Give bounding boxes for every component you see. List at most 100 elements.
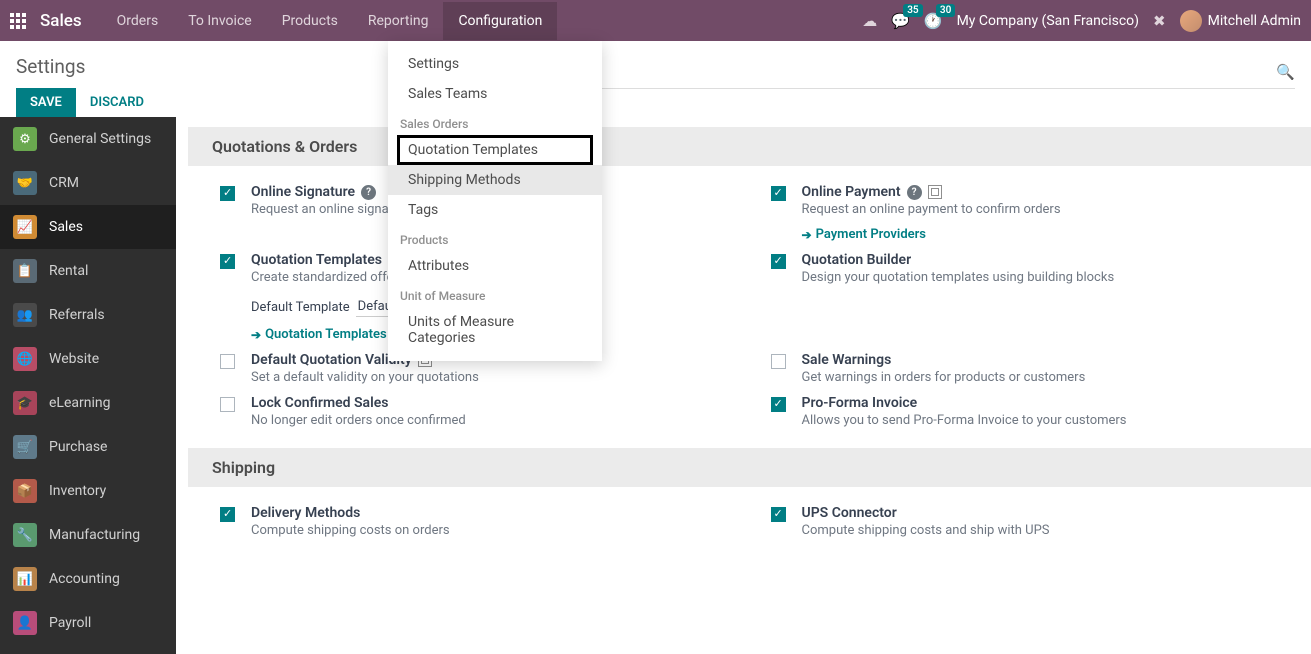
sidebar-item-manufacturing[interactable]: 🔧 Manufacturing (0, 513, 176, 557)
configuration-dropdown: Settings Sales Teams Sales Orders Quotat… (388, 41, 602, 361)
setting-title: Online Payment ? (802, 184, 1282, 200)
sidebar-item-project[interactable]: ✔Project (0, 645, 176, 654)
topbar: Sales Orders To Invoice Products Reporti… (0, 0, 1311, 41)
activities-icon[interactable]: 🕐30 (924, 12, 943, 30)
checkbox[interactable] (220, 507, 235, 522)
checkbox[interactable] (771, 186, 786, 201)
sidebar-item-elearning[interactable]: 🎓 eLearning (0, 381, 176, 425)
checkbox[interactable] (771, 254, 786, 269)
dm-settings[interactable]: Settings (388, 49, 602, 79)
sidebar-item-rental[interactable]: 📋Rental (0, 249, 176, 293)
setting-desc: Get warnings in orders for products or c… (802, 370, 1282, 385)
dm-head-sales-orders: Sales Orders (388, 109, 602, 135)
sidebar-item-label: Referrals (49, 307, 105, 323)
setting-desc: Design your quotation templates using bu… (802, 270, 1282, 285)
checkbox[interactable] (220, 254, 235, 269)
setting-online-payment: Online Payment ? Request an online payme… (771, 184, 1282, 242)
setting-sale-warnings: Sale Warnings Get warnings in orders for … (771, 352, 1282, 385)
setting-desc: Compute shipping costs and ship with UPS (802, 523, 1282, 538)
support-icon[interactable]: ☁ (862, 12, 877, 30)
dm-head-products: Products (388, 225, 602, 251)
setting-desc: Compute shipping costs on orders (251, 523, 731, 538)
sidebar-item-inventory[interactable]: 📦Inventory (0, 469, 176, 513)
sidebar-icon: 📋 (13, 259, 37, 283)
sidebar-item-sales[interactable]: 📈Sales (0, 205, 176, 249)
setting-title: Pro-Forma Invoice (802, 395, 1282, 411)
sidebar-icon: 🌐 (13, 347, 37, 371)
checkbox[interactable] (220, 186, 235, 201)
sidebar-item-label: Manufacturing (49, 527, 140, 543)
dm-sales-teams[interactable]: Sales Teams (388, 79, 602, 109)
messages-badge: 35 (903, 4, 922, 17)
sidebar-item-purchase[interactable]: 🛒 Purchase (0, 425, 176, 469)
setting-desc: No longer edit orders once confirmed (251, 413, 731, 428)
sidebar-icon: 🎓 (13, 391, 37, 415)
control-bar: Settings SAVE DISCARD 🔍 (0, 41, 1311, 117)
sidebar-item-label: eLearning (49, 395, 110, 411)
sidebar-icon: 🤝 (13, 171, 37, 195)
setting-desc: Allows you to send Pro-Forma Invoice to … (802, 413, 1282, 428)
setting-lock-confirmed-sales: Lock Confirmed SalesNo longer edit order… (220, 395, 731, 428)
sidebar-icon: 📊 (13, 567, 37, 591)
sidebar-item-accounting[interactable]: 📊Accounting (0, 557, 176, 601)
dm-shipping-methods[interactable]: Shipping Methods (388, 165, 602, 195)
setting-ups-connector: UPS Connector Compute shipping costs and … (771, 505, 1282, 538)
sidebar-icon: 🛒 (13, 435, 37, 459)
sidebar-item-website[interactable]: 🌐 Website (0, 337, 176, 381)
apps-icon[interactable] (10, 13, 26, 29)
arrow-icon: ➔ (251, 328, 261, 342)
setting-title: Delivery Methods (251, 505, 731, 521)
sidebar-icon: 🔧 (13, 523, 37, 547)
sidebar-icon: ⚙ (13, 127, 37, 151)
setting-desc: Request an online payment to confirm ord… (802, 202, 1282, 217)
main-content: Quotations & Orders Online Signature ?Re… (176, 117, 1311, 654)
arrow-icon: ➔ (802, 228, 812, 242)
search-icon[interactable]: 🔍 (1276, 63, 1295, 81)
checkbox[interactable] (771, 507, 786, 522)
setting-quotation-builder: Quotation Builder Design your quotation t… (771, 252, 1282, 342)
nav-to-invoice[interactable]: To Invoice (173, 2, 267, 40)
sidebar-item-referrals[interactable]: 👥 Referrals (0, 293, 176, 337)
checkbox[interactable] (771, 397, 786, 412)
messages-icon[interactable]: 💬35 (891, 12, 910, 30)
sidebar-icon: 👥 (13, 303, 37, 327)
sidebar-item-crm[interactable]: 🤝 CRM (0, 161, 176, 205)
setting-title: Sale Warnings (802, 352, 1282, 368)
discard-button[interactable]: DISCARD (76, 88, 158, 117)
app-brand[interactable]: Sales (40, 11, 82, 31)
nav-configuration[interactable]: Configuration (443, 2, 557, 40)
sidebar-item-label: Payroll (49, 615, 91, 631)
checkbox[interactable] (771, 354, 786, 369)
dm-tags[interactable]: Tags (388, 195, 602, 225)
template-label: Default Template (251, 300, 350, 315)
dm-uom-categories[interactable]: Units of Measure Categories (388, 307, 602, 353)
sidebar-icon: 👤 (13, 611, 37, 635)
checkbox[interactable] (220, 354, 235, 369)
user-menu[interactable]: Mitchell Admin (1180, 10, 1301, 32)
avatar (1180, 10, 1202, 32)
topbar-right: ☁ 💬35 🕐30 My Company (San Francisco) ✖ M… (862, 10, 1301, 32)
nav-orders[interactable]: Orders (102, 2, 174, 40)
sidebar-item-general-settings[interactable]: ⚙General Settings (0, 117, 176, 161)
sidebar-item-label: CRM (49, 175, 79, 191)
page-title: Settings (16, 55, 85, 78)
sidebar-item-label: Website (49, 351, 99, 367)
setting-pro-forma-invoice: Pro-Forma Invoice Allows you to send Pro-… (771, 395, 1282, 428)
setting-title: UPS Connector (802, 505, 1282, 521)
sidebar-item-label: Purchase (49, 439, 107, 455)
checkbox[interactable] (220, 397, 235, 412)
setting-title: Quotation Builder (802, 252, 1282, 268)
company-switcher[interactable]: My Company (San Francisco) (957, 13, 1139, 29)
dm-quotation-templates[interactable]: Quotation Templates (397, 135, 593, 165)
debug-icon[interactable]: ✖ (1153, 12, 1166, 30)
section-quotations: Quotations & Orders (188, 127, 1311, 166)
nav-reporting[interactable]: Reporting (353, 2, 444, 40)
nav-products[interactable]: Products (267, 2, 353, 40)
sidebar-item-label: Inventory (49, 483, 106, 499)
dm-attributes[interactable]: Attributes (388, 251, 602, 281)
help-icon[interactable]: ? (907, 185, 922, 200)
help-icon[interactable]: ? (361, 185, 376, 200)
save-button[interactable]: SAVE (16, 88, 76, 117)
sidebar-item-payroll[interactable]: 👤 Payroll (0, 601, 176, 645)
setting-link[interactable]: ➔ Payment Providers (802, 227, 1282, 242)
